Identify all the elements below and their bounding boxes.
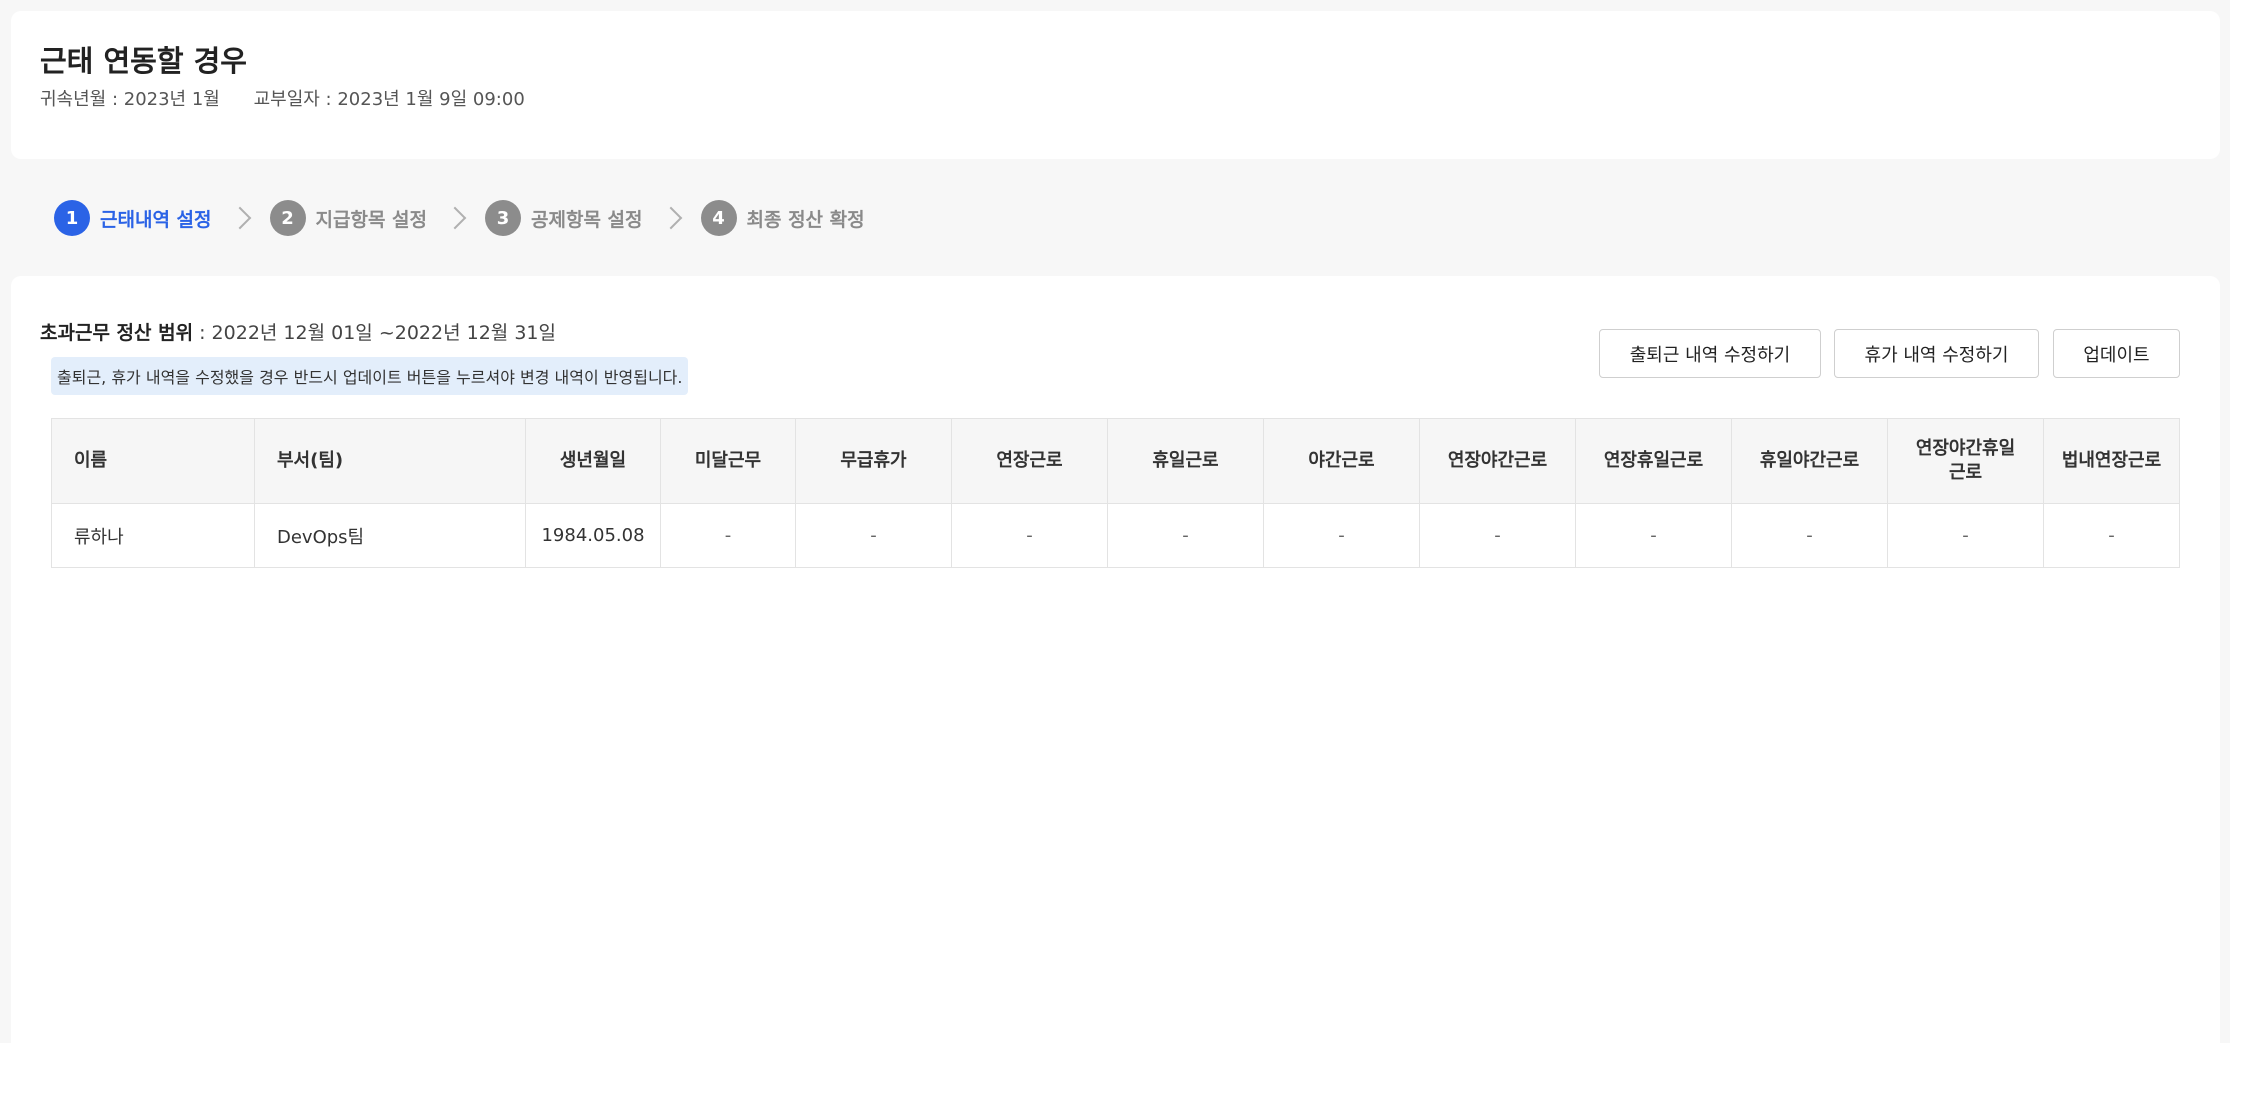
column-header: 휴일근로 — [1107, 418, 1264, 504]
table-row[interactable]: 류하나 DevOps팀 1984.05.08 - - - - - - - - -… — [51, 503, 2180, 568]
step-label: 근태내역 설정 — [100, 208, 212, 231]
cell-value: - — [1419, 503, 1576, 568]
update-notice: 출퇴근, 휴가 내역을 수정했을 경우 반드시 업데이트 버튼을 누르셔야 변경… — [51, 357, 689, 395]
header-meta: 귀속년월 : 2023년 1월 교부일자 : 2023년 1월 9일 09:00 — [40, 85, 525, 111]
chevron-right-icon — [234, 206, 248, 230]
range-label: 초과근무 정산 범위 — [40, 322, 194, 344]
cell-value: - — [2043, 503, 2180, 568]
update-button[interactable]: 업데이트 — [2053, 329, 2180, 378]
cell-value: - — [951, 503, 1108, 568]
step-number: 4 — [700, 200, 737, 236]
stepper: 1 근태내역 설정 2 지급항목 설정 3 공제항목 설정 4 최종 정산 확정 — [54, 200, 865, 236]
step-2[interactable]: 2 지급항목 설정 — [269, 200, 428, 236]
column-header: 법내연장근로 — [2043, 418, 2180, 504]
table-header-row: 이름 부서(팀) 생년월일 미달근무 무급휴가 연장근로 휴일근로 야간근로 연… — [51, 418, 2180, 504]
column-header: 부서(팀) — [254, 418, 526, 504]
pay-date: 교부일자 : 2023년 1월 9일 09:00 — [253, 89, 525, 110]
cell-value: - — [795, 503, 952, 568]
column-header: 연장근로 — [951, 418, 1108, 504]
cell-value: - — [1263, 503, 1420, 568]
column-header: 이름 — [51, 418, 255, 504]
column-header: 야간근로 — [1263, 418, 1420, 504]
step-number: 3 — [485, 200, 521, 236]
column-header: 무급휴가 — [795, 418, 952, 504]
column-header: 미달근무 — [660, 418, 796, 504]
column-header: 연장야간휴일 근로 — [1887, 418, 2044, 504]
step-1[interactable]: 1 근태내역 설정 — [54, 200, 212, 236]
chevron-right-icon — [449, 206, 463, 230]
chevron-right-icon — [665, 206, 679, 230]
page-title: 근태 연동할 경우 — [40, 44, 247, 78]
step-number: 1 — [54, 200, 90, 236]
range-value: : 2022년 12월 01일 ~2022년 12월 31일 — [193, 322, 556, 344]
attendance-table: 이름 부서(팀) 생년월일 미달근무 무급휴가 연장근로 휴일근로 야간근로 연… — [51, 418, 2180, 568]
step-label: 지급항목 설정 — [315, 208, 428, 231]
cell-value: - — [1887, 503, 2044, 568]
column-header: 연장휴일근로 — [1575, 418, 1732, 504]
cell-value: - — [1107, 503, 1264, 568]
overtime-range: 초과근무 정산 범위 : 2022년 12월 01일 ~2022년 12월 31… — [40, 318, 556, 345]
main-card — [11, 276, 2220, 1096]
cell-value: - — [1575, 503, 1732, 568]
column-header: 휴일야간근로 — [1731, 418, 1888, 504]
edit-leave-button[interactable]: 휴가 내역 수정하기 — [1834, 329, 2039, 378]
cell-value: - — [1731, 503, 1888, 568]
step-label: 공제항목 설정 — [531, 208, 643, 231]
belong-period: 귀속년월 : 2023년 1월 — [40, 89, 220, 110]
edit-attendance-button[interactable]: 출퇴근 내역 수정하기 — [1599, 329, 1821, 378]
step-4[interactable]: 4 최종 정산 확정 — [700, 200, 865, 236]
column-header: 연장야간근로 — [1419, 418, 1576, 504]
cell-name: 류하나 — [51, 503, 255, 568]
step-number: 2 — [269, 200, 306, 236]
step-3[interactable]: 3 공제항목 설정 — [485, 200, 643, 236]
column-header: 생년월일 — [525, 418, 661, 504]
cell-department: DevOps팀 — [254, 503, 526, 568]
step-label: 최종 정산 확정 — [746, 208, 865, 231]
cell-value: - — [660, 503, 796, 568]
cell-birthdate: 1984.05.08 — [525, 503, 661, 568]
